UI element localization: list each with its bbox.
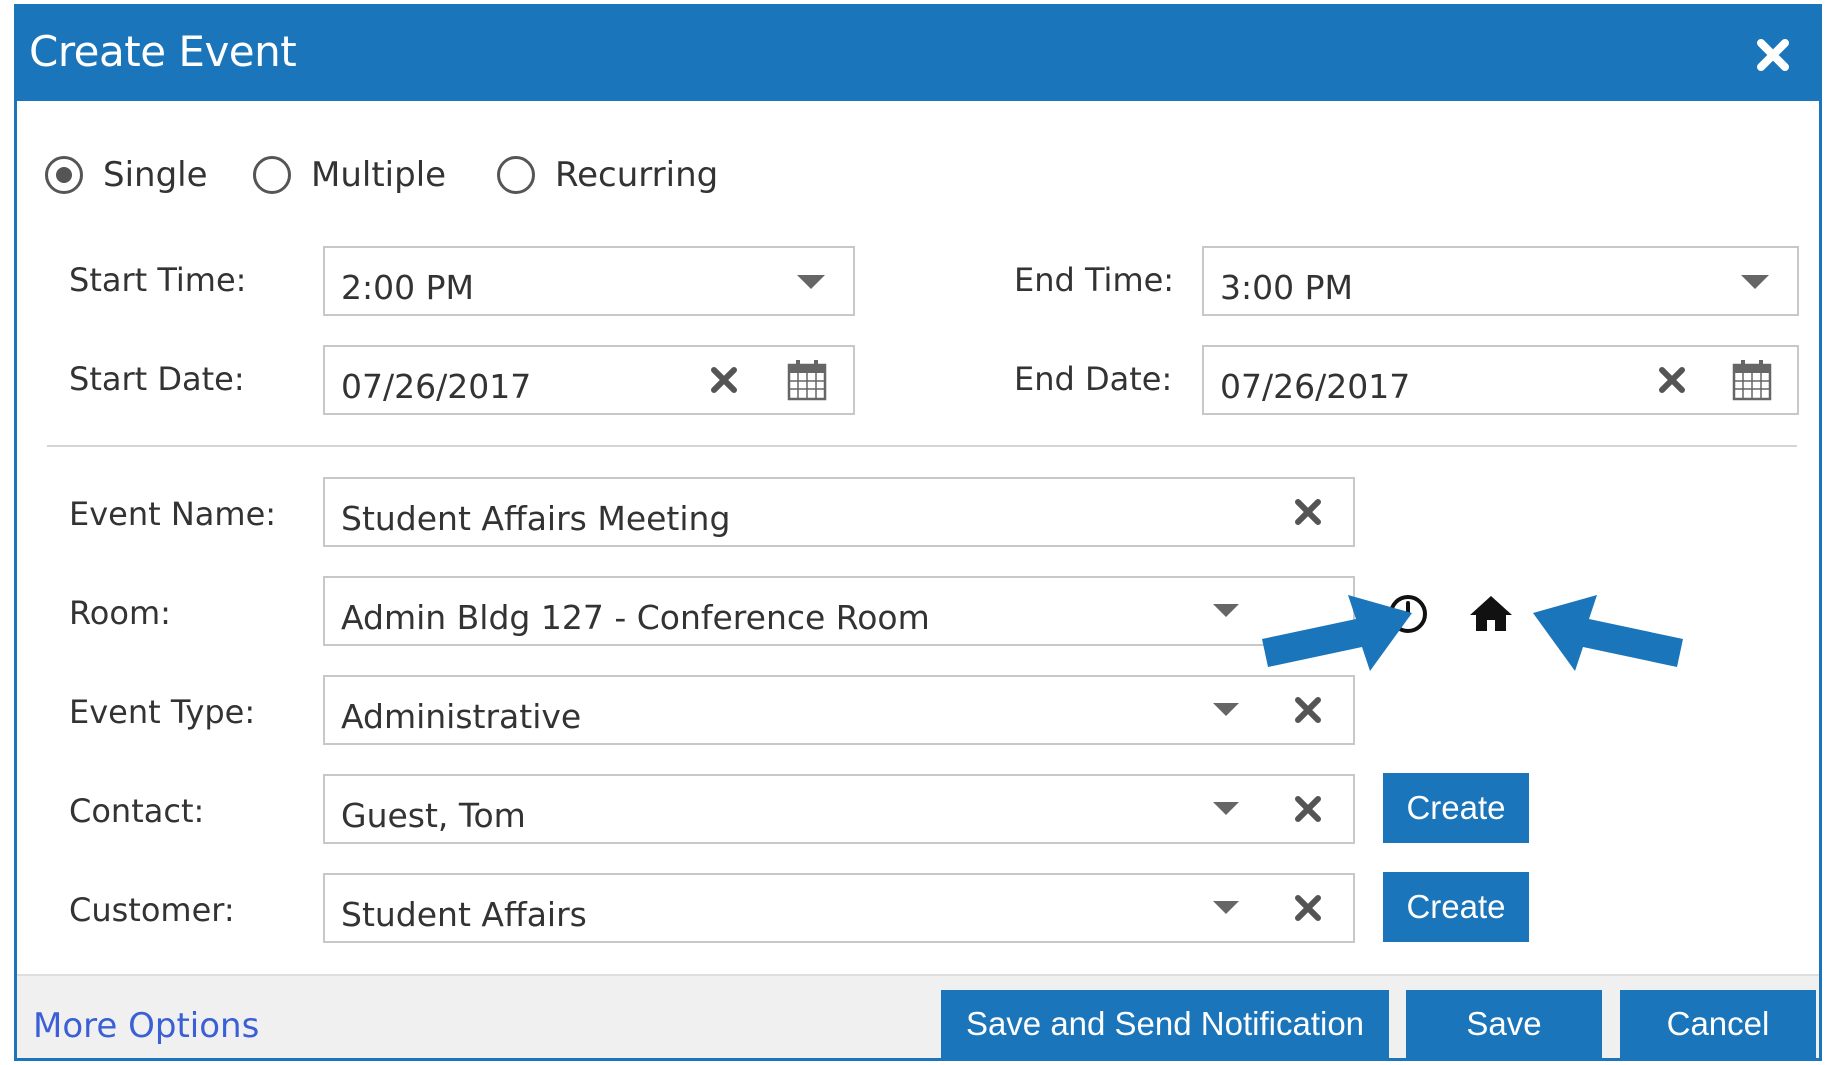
room-label: Room: <box>69 594 171 632</box>
event-type-dropdown[interactable]: Administrative <box>323 675 1355 745</box>
clear-icon[interactable] <box>1293 497 1323 527</box>
end-time-dropdown[interactable]: 3:00 PM <box>1202 246 1799 316</box>
room-value: Admin Bldg 127 - Conference Room <box>341 598 930 637</box>
calendar-icon[interactable] <box>1732 359 1772 401</box>
clear-icon[interactable] <box>709 365 739 395</box>
radio-multiple-indicator[interactable] <box>253 156 291 194</box>
annotation-arrow-right <box>1262 595 1412 671</box>
create-customer-button[interactable]: Create <box>1383 872 1529 942</box>
radio-single[interactable]: Single <box>45 149 208 201</box>
chevron-down-icon[interactable] <box>1741 275 1769 291</box>
contact-dropdown[interactable]: Guest, Tom <box>323 774 1355 844</box>
customer-dropdown[interactable]: Student Affairs <box>323 873 1355 943</box>
end-date-picker[interactable]: 07/26/2017 <box>1202 345 1799 415</box>
clear-icon[interactable] <box>1293 695 1323 725</box>
clear-icon[interactable] <box>1293 893 1323 923</box>
create-event-dialog: Create Event Single Multiple Recurring S… <box>14 4 1822 1061</box>
cancel-button[interactable]: Cancel <box>1620 990 1816 1058</box>
close-icon[interactable] <box>1753 35 1793 75</box>
chevron-down-icon[interactable] <box>1213 604 1239 618</box>
chevron-down-icon[interactable] <box>1213 901 1239 915</box>
event-name-input[interactable]: Student Affairs Meeting <box>323 477 1355 547</box>
calendar-icon[interactable] <box>787 359 827 401</box>
radio-single-label: Single <box>103 155 208 195</box>
dialog-footer: More Options Save and Send Notification … <box>17 974 1819 1058</box>
end-time-label: End Time: <box>1014 261 1175 299</box>
event-name-label: Event Name: <box>69 495 277 533</box>
annotation-arrow-left <box>1533 595 1683 671</box>
radio-recurring-indicator[interactable] <box>497 156 535 194</box>
save-button[interactable]: Save <box>1406 990 1602 1058</box>
more-options-link[interactable]: More Options <box>33 1006 259 1046</box>
chevron-down-icon[interactable] <box>797 275 825 291</box>
radio-single-indicator[interactable] <box>45 156 83 194</box>
start-date-label: Start Date: <box>69 360 245 398</box>
clear-icon[interactable] <box>1293 794 1323 824</box>
start-time-value: 2:00 PM <box>341 268 474 307</box>
end-date-value: 07/26/2017 <box>1220 367 1411 406</box>
room-dropdown[interactable]: Admin Bldg 127 - Conference Room <box>323 576 1355 646</box>
section-divider <box>47 445 1797 447</box>
save-and-send-notification-button[interactable]: Save and Send Notification <box>941 990 1389 1058</box>
chevron-down-icon[interactable] <box>1213 703 1239 717</box>
radio-recurring-label: Recurring <box>555 155 719 195</box>
start-time-label: Start Time: <box>69 261 247 299</box>
radio-multiple-label: Multiple <box>311 155 447 195</box>
customer-value: Student Affairs <box>341 895 587 934</box>
start-date-value: 07/26/2017 <box>341 367 532 406</box>
customer-label: Customer: <box>69 891 235 929</box>
create-contact-button[interactable]: Create <box>1383 773 1529 843</box>
contact-label: Contact: <box>69 792 205 830</box>
home-icon[interactable] <box>1469 593 1513 633</box>
radio-multiple[interactable]: Multiple <box>253 149 446 201</box>
end-time-value: 3:00 PM <box>1220 268 1353 307</box>
clear-icon[interactable] <box>1657 365 1687 395</box>
chevron-down-icon[interactable] <box>1213 802 1239 816</box>
event-type-label: Event Type: <box>69 693 256 731</box>
dialog-title: Create Event <box>29 27 297 76</box>
event-type-value: Administrative <box>341 697 582 736</box>
start-date-picker[interactable]: 07/26/2017 <box>323 345 855 415</box>
event-name-value: Student Affairs Meeting <box>341 499 731 538</box>
radio-recurring[interactable]: Recurring <box>497 149 718 201</box>
end-date-label: End Date: <box>1014 360 1173 398</box>
contact-value: Guest, Tom <box>341 796 526 835</box>
dialog-titlebar: Create Event <box>17 7 1819 101</box>
start-time-dropdown[interactable]: 2:00 PM <box>323 246 855 316</box>
